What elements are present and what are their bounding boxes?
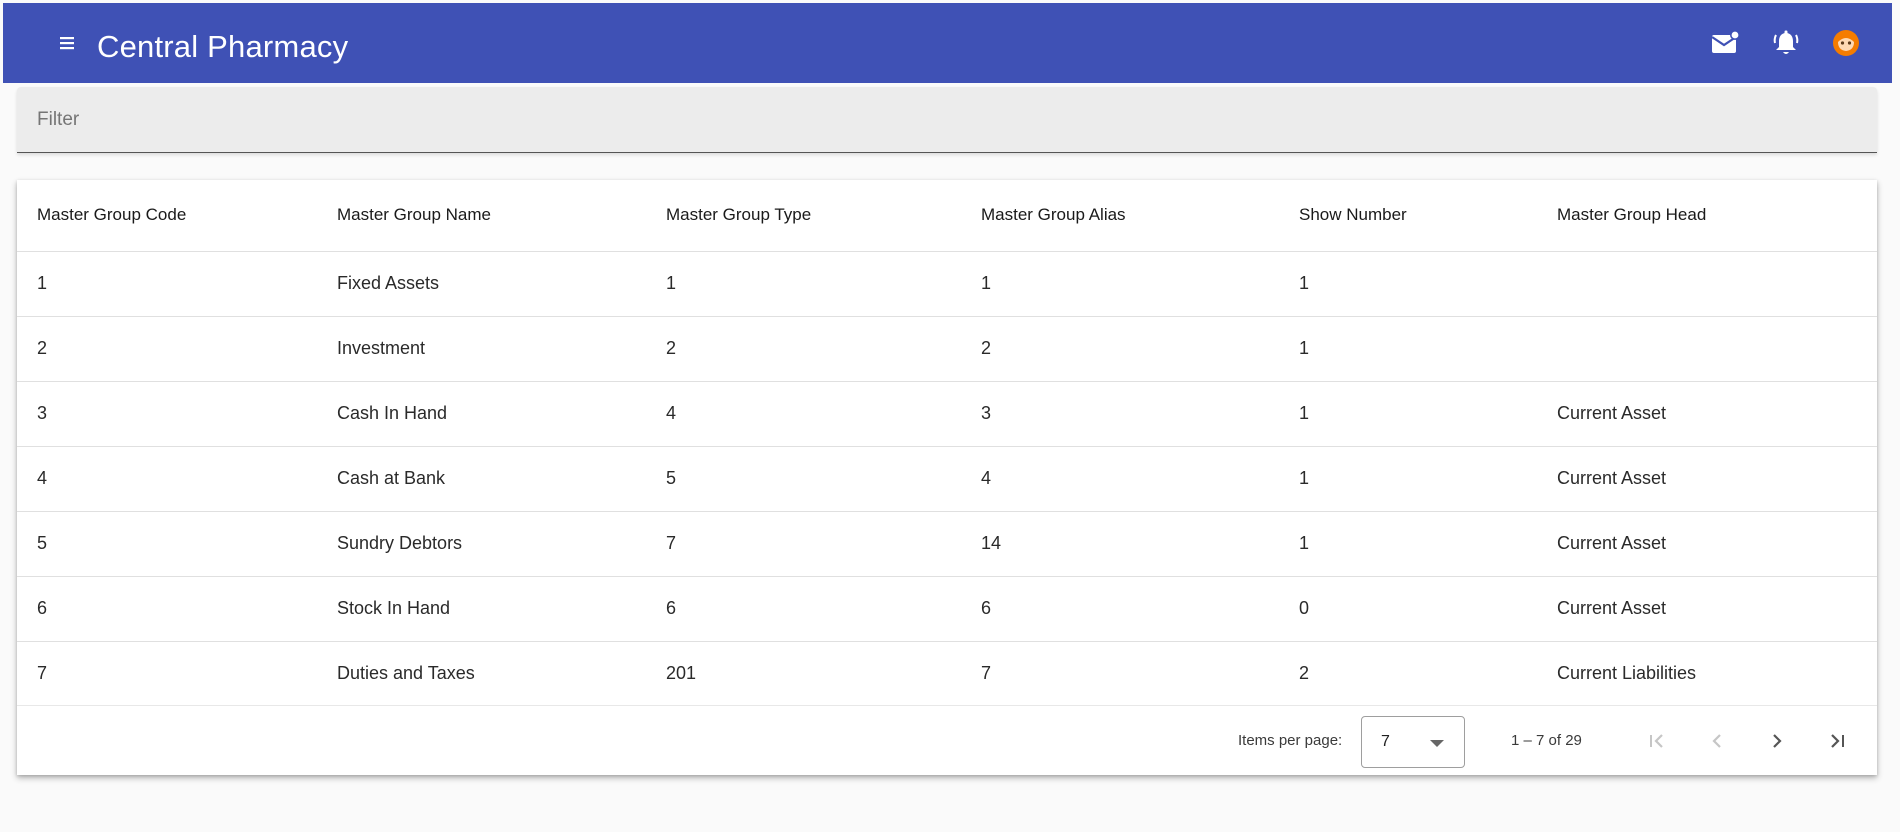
page-range-label: 1 – 7 of 29 <box>1511 732 1582 749</box>
table-row[interactable]: 3 Cash In Hand 4 3 1 Current Asset <box>17 381 1877 447</box>
cell-master-group-head: Current Asset <box>1557 576 1877 642</box>
cell-master-group-alias: 6 <box>981 576 1299 642</box>
cell-master-group-type: 4 <box>666 381 981 447</box>
cell-master-group-type: 1 <box>666 251 981 317</box>
cell-master-group-head <box>1557 316 1877 382</box>
first-page-button[interactable] <box>1639 723 1675 759</box>
cell-master-group-head <box>1557 251 1877 317</box>
table-row[interactable]: 4 Cash at Bank 5 4 1 Current Asset <box>17 446 1877 512</box>
paginator: Items per page: 7 1 – 7 of 29 <box>17 705 1877 775</box>
cell-master-group-name: Cash at Bank <box>337 446 666 512</box>
app-title: Central Pharmacy <box>97 29 349 64</box>
cell-show-number: 1 <box>1299 316 1557 382</box>
cell-master-group-head: Current Asset <box>1557 511 1877 577</box>
master-group-table: Master Group Code Master Group Name Mast… <box>17 180 1877 706</box>
cell-master-group-type: 6 <box>666 576 981 642</box>
cell-master-group-alias: 14 <box>981 511 1299 577</box>
cell-master-group-type: 7 <box>666 511 981 577</box>
column-header-master-group-name[interactable]: Master Group Name <box>337 180 666 252</box>
cell-master-group-type: 201 <box>666 663 697 684</box>
cell-master-group-type: 2 <box>666 316 981 382</box>
cell-master-group-head: Current Asset <box>1557 446 1877 512</box>
app-toolbar: Central Pharmacy <box>3 3 1892 83</box>
cell-show-number: 2 <box>1299 663 1310 684</box>
table-header-row: Master Group Code Master Group Name Mast… <box>17 180 1877 252</box>
cell-master-group-name: Sundry Debtors <box>337 511 666 577</box>
cell-master-group-code: 7 <box>37 663 48 684</box>
cell-master-group-code: 1 <box>17 251 337 317</box>
cell-show-number: 1 <box>1299 446 1557 512</box>
column-header-master-group-code[interactable]: Master Group Code <box>17 180 337 252</box>
next-page-button[interactable] <box>1759 723 1795 759</box>
column-header-master-group-type[interactable]: Master Group Type <box>666 180 981 252</box>
table-row[interactable]: 2 Investment 2 2 1 <box>17 316 1877 382</box>
profile-button[interactable] <box>1826 23 1866 63</box>
table-row[interactable]: 1 Fixed Assets 1 1 1 <box>17 251 1877 317</box>
chevron-left-icon <box>1707 731 1727 751</box>
cell-master-group-code: 4 <box>17 446 337 512</box>
items-per-page-select[interactable]: 7 <box>1361 716 1465 768</box>
cell-master-group-alias: 2 <box>981 316 1299 382</box>
cell-master-group-code: 6 <box>17 576 337 642</box>
master-group-table-card: Master Group Code Master Group Name Mast… <box>17 180 1877 775</box>
column-header-show-number[interactable]: Show Number <box>1299 180 1557 252</box>
cell-master-group-code: 2 <box>17 316 337 382</box>
cell-master-group-name: Cash In Hand <box>337 381 666 447</box>
column-header-master-group-head[interactable]: Master Group Head <box>1557 180 1877 252</box>
table-row[interactable]: 5 Sundry Debtors 7 14 1 Current Asset <box>17 511 1877 577</box>
cell-master-group-name: Fixed Assets <box>337 251 666 317</box>
cell-master-group-code: 3 <box>17 381 337 447</box>
dropdown-arrow-icon <box>1430 740 1444 747</box>
previous-page-button[interactable] <box>1699 723 1735 759</box>
cell-master-group-name: Investment <box>337 316 666 382</box>
mail-icon <box>1711 31 1739 55</box>
cell-show-number: 1 <box>1299 381 1557 447</box>
cell-show-number: 1 <box>1299 251 1557 317</box>
cell-master-group-head: Current Asset <box>1557 381 1877 447</box>
last-page-button[interactable] <box>1819 723 1855 759</box>
cell-master-group-head: Current Liabilities <box>1557 663 1697 684</box>
avatar-icon <box>1832 29 1860 57</box>
last-page-icon <box>1827 731 1847 751</box>
filter-input[interactable] <box>17 87 1877 152</box>
cell-master-group-alias: 3 <box>981 381 1299 447</box>
filter-field <box>17 87 1877 153</box>
table-row[interactable]: 6 Stock In Hand 6 6 0 Current Asset <box>17 576 1877 642</box>
menu-button[interactable] <box>49 25 85 61</box>
notification-bell-icon <box>1772 29 1800 57</box>
column-header-master-group-alias[interactable]: Master Group Alias <box>981 180 1299 252</box>
items-per-page-label: Items per page: <box>1238 732 1343 749</box>
first-page-icon <box>1647 731 1667 751</box>
mail-button[interactable] <box>1705 23 1745 63</box>
table-row[interactable]: 7 Duties and Taxes 201 7 2 Current Liabi… <box>17 641 1877 706</box>
cell-master-group-type: 5 <box>666 446 981 512</box>
cell-master-group-code: 5 <box>17 511 337 577</box>
cell-show-number: 0 <box>1299 576 1557 642</box>
items-per-page-value: 7 <box>1381 733 1390 750</box>
cell-master-group-alias: 4 <box>981 446 1299 512</box>
chevron-right-icon <box>1767 731 1787 751</box>
cell-master-group-name: Stock In Hand <box>337 576 666 642</box>
cell-master-group-alias: 7 <box>981 663 992 684</box>
cell-master-group-alias: 1 <box>981 251 1299 317</box>
cell-show-number: 1 <box>1299 511 1557 577</box>
cell-master-group-name: Duties and Taxes <box>337 663 475 684</box>
menu-icon <box>60 36 74 50</box>
notifications-button[interactable] <box>1766 23 1806 63</box>
